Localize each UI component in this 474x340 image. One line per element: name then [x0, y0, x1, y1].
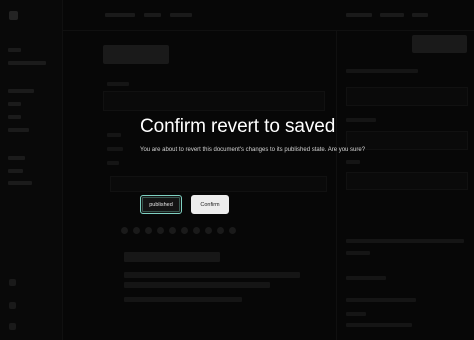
confirm-revert-dialog: Confirm revert to saved You are about to… [140, 116, 366, 214]
cancel-button[interactable]: published [140, 195, 182, 214]
modal-overlay[interactable] [0, 0, 474, 340]
confirm-button[interactable]: Confirm [191, 195, 229, 214]
dialog-title: Confirm revert to saved [140, 116, 336, 137]
dialog-message: You are about to revert this document's … [140, 147, 366, 153]
